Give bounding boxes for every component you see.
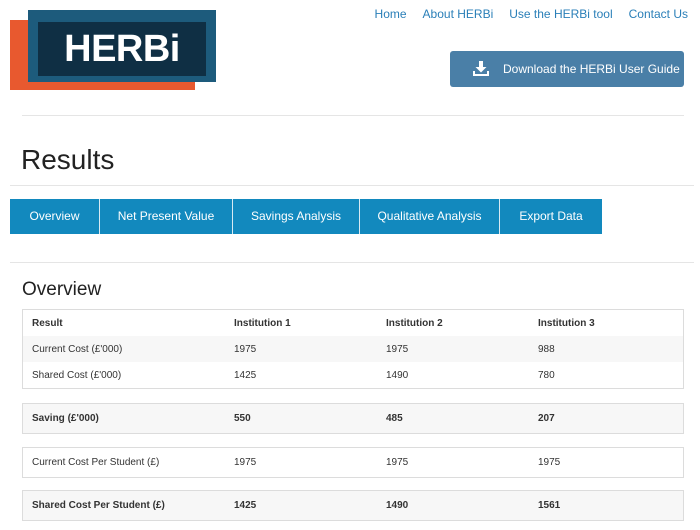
current-cost-per-student-table: Current Cost Per Student (£) 1975 1975 1… bbox=[22, 447, 684, 478]
header-divider bbox=[22, 115, 684, 116]
nav-home-link[interactable]: Home bbox=[375, 7, 407, 21]
page-title: Results bbox=[21, 144, 115, 175]
section-title: Overview bbox=[22, 279, 102, 300]
logo-text: HERBi bbox=[64, 28, 180, 70]
nav-contact-link[interactable]: Contact Us bbox=[629, 7, 688, 21]
table-header-row: Result Institution 1 Institution 2 Insti… bbox=[23, 310, 683, 336]
tab-savings-analysis[interactable]: Savings Analysis bbox=[233, 199, 360, 234]
nav-use-tool-link[interactable]: Use the HERBi tool bbox=[509, 7, 612, 21]
top-navigation: Home About HERBi Use the HERBi tool Cont… bbox=[375, 7, 688, 21]
table-row: Shared Cost Per Student (£) 1425 1490 15… bbox=[23, 491, 683, 520]
tab-export-data[interactable]: Export Data bbox=[500, 199, 602, 234]
row-label: Current Cost Per Student (£) bbox=[32, 457, 160, 468]
cell-value: 1425 bbox=[234, 500, 257, 511]
table-row: Current Cost Per Student (£) 1975 1975 1… bbox=[23, 448, 683, 477]
row-label: Shared Cost (£'000) bbox=[32, 369, 122, 381]
tab-net-present-value[interactable]: Net Present Value bbox=[100, 199, 233, 234]
overview-table-main: Result Institution 1 Institution 2 Insti… bbox=[22, 309, 684, 389]
cell-value: 1975 bbox=[386, 343, 409, 355]
cell-value: 207 bbox=[538, 413, 555, 424]
cell-value: 485 bbox=[386, 413, 403, 424]
header-result: Result bbox=[32, 317, 63, 329]
row-label: Saving (£'000) bbox=[32, 413, 99, 424]
download-button-label: Download the HERBi User Guide bbox=[503, 62, 680, 76]
header-institution-3: Institution 3 bbox=[538, 317, 595, 329]
table-row: Saving (£'000) 550 485 207 bbox=[23, 404, 683, 433]
download-icon bbox=[473, 61, 489, 76]
cell-value: 988 bbox=[538, 343, 555, 355]
title-divider bbox=[10, 185, 694, 186]
header-institution-1: Institution 1 bbox=[234, 317, 291, 329]
cell-value: 780 bbox=[538, 369, 555, 381]
results-tabs: Overview Net Present Value Savings Analy… bbox=[10, 199, 602, 234]
cell-value: 1425 bbox=[234, 369, 257, 381]
tabs-divider bbox=[10, 262, 694, 263]
table-row: Shared Cost (£'000) 1425 1490 780 bbox=[23, 362, 683, 388]
header-institution-2: Institution 2 bbox=[386, 317, 443, 329]
herbi-logo[interactable]: HERBi bbox=[10, 10, 216, 92]
row-label: Shared Cost Per Student (£) bbox=[32, 500, 165, 511]
cell-value: 1975 bbox=[234, 457, 257, 468]
tab-qualitative-analysis[interactable]: Qualitative Analysis bbox=[360, 199, 500, 234]
cell-value: 1490 bbox=[386, 500, 409, 511]
row-label: Current Cost (£'000) bbox=[32, 343, 123, 355]
tab-overview[interactable]: Overview bbox=[10, 199, 100, 234]
shared-cost-per-student-table: Shared Cost Per Student (£) 1425 1490 15… bbox=[22, 490, 684, 521]
cell-value: 1490 bbox=[386, 369, 409, 381]
cell-value: 1975 bbox=[386, 457, 409, 468]
download-user-guide-button[interactable]: Download the HERBi User Guide bbox=[450, 51, 684, 87]
cell-value: 1975 bbox=[538, 457, 561, 468]
table-row: Current Cost (£'000) 1975 1975 988 bbox=[23, 336, 683, 362]
nav-about-link[interactable]: About HERBi bbox=[423, 7, 494, 21]
cell-value: 550 bbox=[234, 413, 251, 424]
cell-value: 1561 bbox=[538, 500, 561, 511]
cell-value: 1975 bbox=[234, 343, 257, 355]
saving-table: Saving (£'000) 550 485 207 bbox=[22, 403, 684, 434]
